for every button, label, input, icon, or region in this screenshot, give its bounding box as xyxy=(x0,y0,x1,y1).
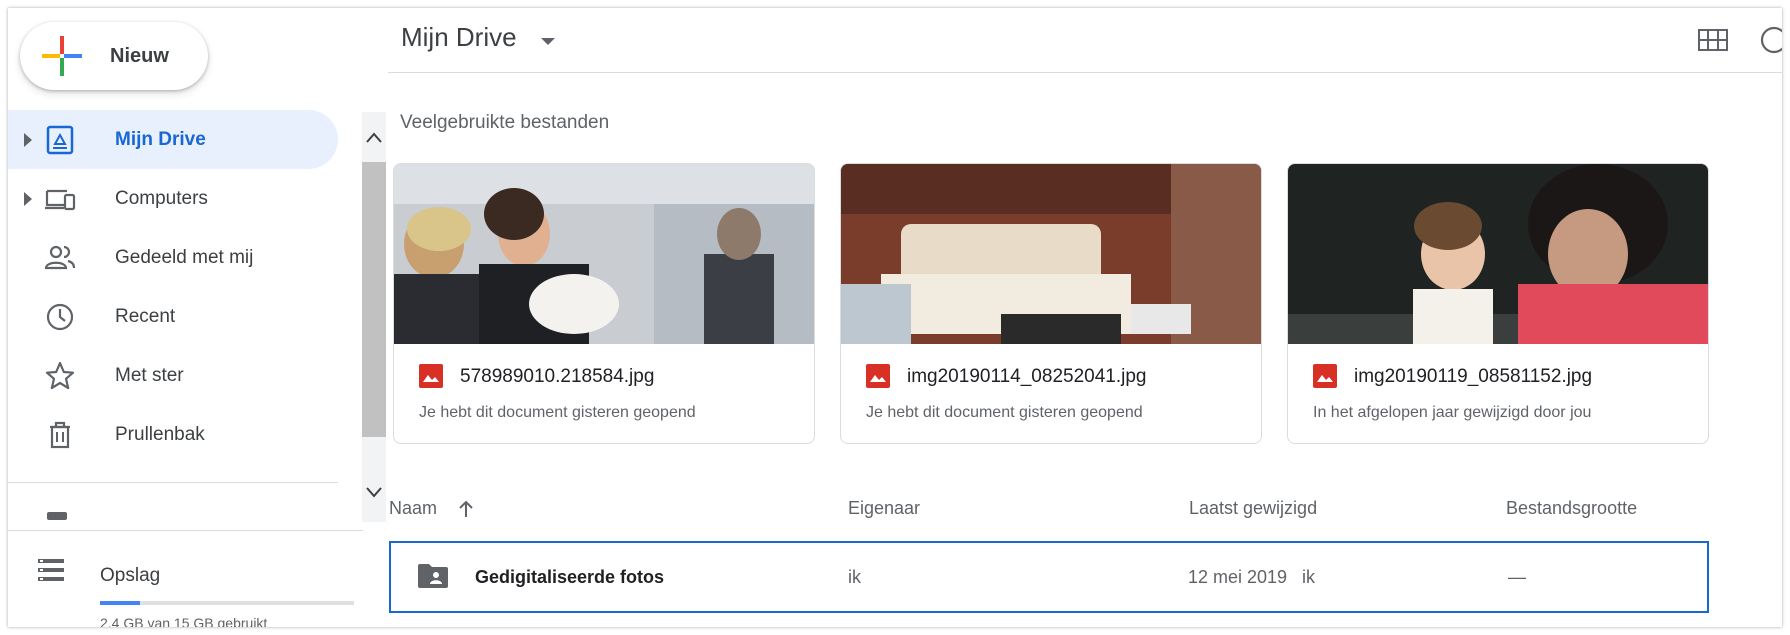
sidebar-item-my-drive[interactable]: Mijn Drive xyxy=(8,110,338,169)
card-file-subtitle: In het afgelopen jaar gewijzigd door jou xyxy=(1313,404,1592,421)
quick-access-title: Veelgebruikte bestanden xyxy=(400,112,610,133)
card-file-name: 578989010.218584.jpg xyxy=(460,366,655,387)
shared-with-me-icon xyxy=(44,245,76,270)
partial-item-icon xyxy=(47,512,67,520)
scroll-up-icon[interactable] xyxy=(364,128,384,148)
column-header-owner: Eigenaar xyxy=(848,498,921,518)
page-title[interactable]: Mijn Drive xyxy=(401,22,517,53)
sidebar-item-computers[interactable]: Computers xyxy=(8,169,338,228)
sidebar-item-label: Computers xyxy=(115,187,208,209)
sidebar-item-trash[interactable]: Prullenbak xyxy=(8,405,338,464)
row-size: — xyxy=(1508,567,1526,587)
storage-section[interactable]: Opslag 2,4 GB van 15 GB gebruikt xyxy=(8,543,368,627)
main-content: Mijn Drive Veelgebruikte bestanden 57898… xyxy=(388,8,1782,627)
sort-ascending-icon[interactable] xyxy=(456,499,476,519)
card-file-subtitle: Je hebt dit document gisteren geopend xyxy=(419,404,696,421)
my-drive-icon xyxy=(46,125,74,155)
photo-thumbnail xyxy=(841,164,1261,344)
card-file-subtitle: Je hebt dit document gisteren geopend xyxy=(866,404,1143,421)
sidebar-divider xyxy=(8,482,338,483)
row-owner: ik xyxy=(848,567,861,587)
sidebar-item-starred[interactable]: Met ster xyxy=(8,346,338,405)
row-modified-by: ik xyxy=(1302,567,1315,587)
photo-thumbnail xyxy=(1288,164,1708,344)
plus-icon xyxy=(42,36,82,76)
storage-bar xyxy=(100,601,354,605)
image-file-icon xyxy=(419,364,443,388)
sidebar-item-shared[interactable]: Gedeeld met mij xyxy=(8,228,338,287)
column-header-modified: Laatst gewijzigd xyxy=(1189,498,1318,518)
table-row[interactable]: Gedigitaliseerde fotos ik 12 mei 2019 ik… xyxy=(389,541,1709,613)
trash-icon xyxy=(50,421,70,449)
sidebar-item-label: Met ster xyxy=(115,364,184,386)
sidebar-item-recent[interactable]: Recent xyxy=(8,287,338,346)
photo-thumbnail xyxy=(394,164,814,344)
top-bar: Mijn Drive xyxy=(388,8,1782,73)
expand-arrow-icon[interactable] xyxy=(24,132,32,147)
drive-window: Nieuw Mijn Drive Computers Gedeeld met m… xyxy=(8,8,1782,627)
recent-clock-icon xyxy=(46,303,74,331)
new-button[interactable]: Nieuw xyxy=(20,22,208,90)
storage-label: Opslag xyxy=(100,565,161,586)
sidebar-item-label: Recent xyxy=(115,305,176,327)
grid-view-icon[interactable] xyxy=(1698,29,1728,51)
storage-bar-fill xyxy=(100,601,141,605)
star-icon xyxy=(45,361,75,390)
quick-access-card[interactable]: img20190119_08581152.jpg In het afgelope… xyxy=(1287,163,1709,444)
sidebar-item-label: Gedeeld met mij xyxy=(115,246,254,268)
card-file-name: img20190114_08252041.jpg xyxy=(907,366,1147,387)
quick-access-card[interactable]: img20190114_08252041.jpg Je hebt dit doc… xyxy=(840,163,1262,444)
card-file-name: img20190119_08581152.jpg xyxy=(1354,366,1593,387)
column-header-size: Bestandsgrootte xyxy=(1506,498,1638,518)
sidebar-nav: Mijn Drive Computers Gedeeld met mij Rec xyxy=(8,110,338,464)
scrollbar-thumb[interactable] xyxy=(362,162,386,437)
storage-icon xyxy=(38,559,64,581)
row-file-name: Gedigitaliseerde fotos xyxy=(475,567,665,587)
expand-arrow-icon[interactable] xyxy=(24,191,32,206)
sidebar-item-label: Prullenbak xyxy=(115,423,205,445)
image-file-icon xyxy=(1313,364,1337,388)
storage-detail: 2,4 GB van 15 GB gebruikt xyxy=(100,615,268,627)
row-modified: 12 mei 2019 xyxy=(1188,567,1288,587)
title-dropdown-icon[interactable] xyxy=(541,38,555,45)
sidebar-scrollbar[interactable] xyxy=(362,112,386,522)
new-button-label: Nieuw xyxy=(110,44,169,67)
shared-folder-icon xyxy=(418,564,448,588)
info-icon[interactable] xyxy=(1760,26,1782,54)
sidebar-item-label: Mijn Drive xyxy=(115,128,206,150)
quick-access-card[interactable]: 578989010.218584.jpg Je hebt dit documen… xyxy=(393,163,815,444)
image-file-icon xyxy=(866,364,890,388)
computers-icon xyxy=(45,189,76,211)
sidebar-bottom-divider xyxy=(8,530,363,531)
column-header-name[interactable]: Naam xyxy=(389,498,437,519)
file-list-header: Naam Eigenaar Laatst gewijzigd Bestandsg… xyxy=(388,488,1718,528)
scroll-down-icon[interactable] xyxy=(364,482,384,502)
